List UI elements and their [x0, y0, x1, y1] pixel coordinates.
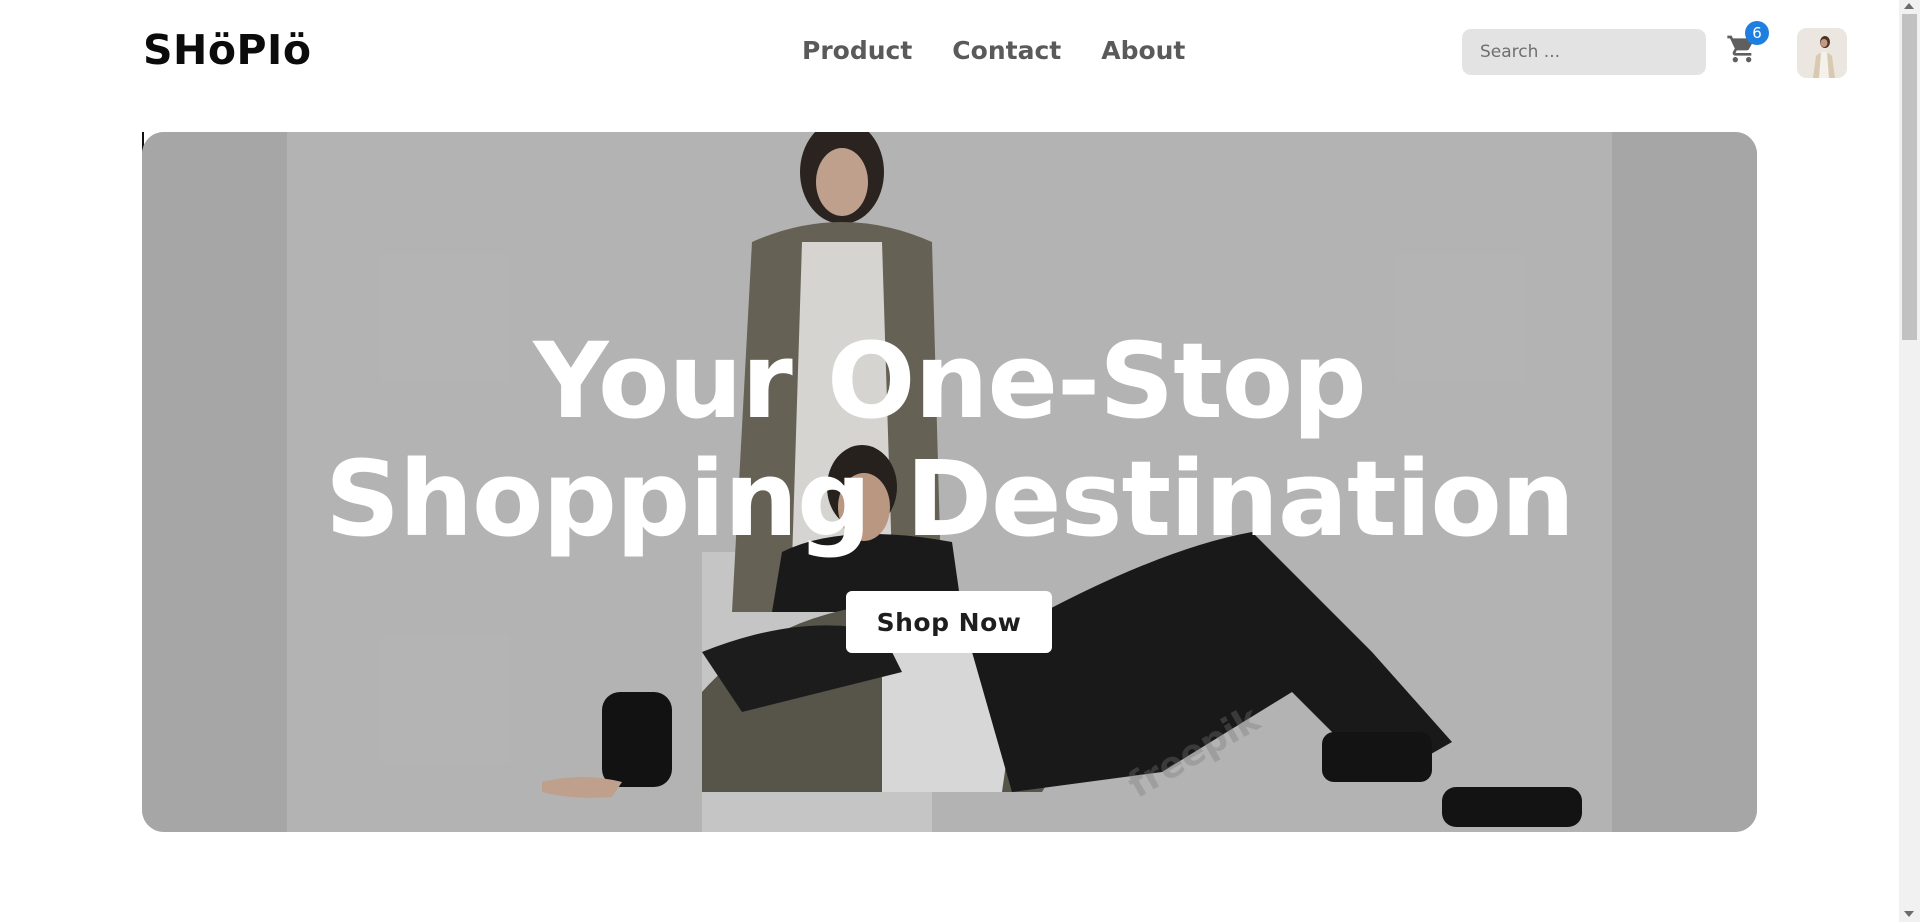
scrollbar-thumb[interactable]	[1902, 14, 1917, 340]
scroll-up-arrow-icon[interactable]	[1904, 3, 1914, 9]
hero-title-line-2: Shopping Destination	[325, 438, 1575, 560]
nav-link-product[interactable]: Product	[802, 36, 912, 65]
brand-logo[interactable]: SHöPIö	[143, 26, 311, 74]
main-nav: Product Contact About	[802, 36, 1185, 65]
hero-title-line-1: Your One-Stop	[533, 320, 1366, 442]
hero-title: Your One-Stop Shopping Destination	[142, 322, 1757, 558]
search-input[interactable]	[1462, 29, 1706, 75]
nav-link-about[interactable]: About	[1101, 36, 1185, 65]
shop-now-button[interactable]: Shop Now	[846, 591, 1052, 653]
scroll-down-arrow-icon[interactable]	[1904, 911, 1914, 917]
cart-count-badge: 6	[1745, 21, 1769, 45]
avatar-photo-icon	[1797, 28, 1847, 78]
nav-link-contact[interactable]: Contact	[952, 36, 1061, 65]
hero-banner: Your One-Stop Shopping Destination Shop …	[142, 132, 1757, 832]
top-navbar: SHöPIö Product Contact About 6	[0, 0, 1899, 105]
user-avatar[interactable]	[1797, 28, 1847, 78]
